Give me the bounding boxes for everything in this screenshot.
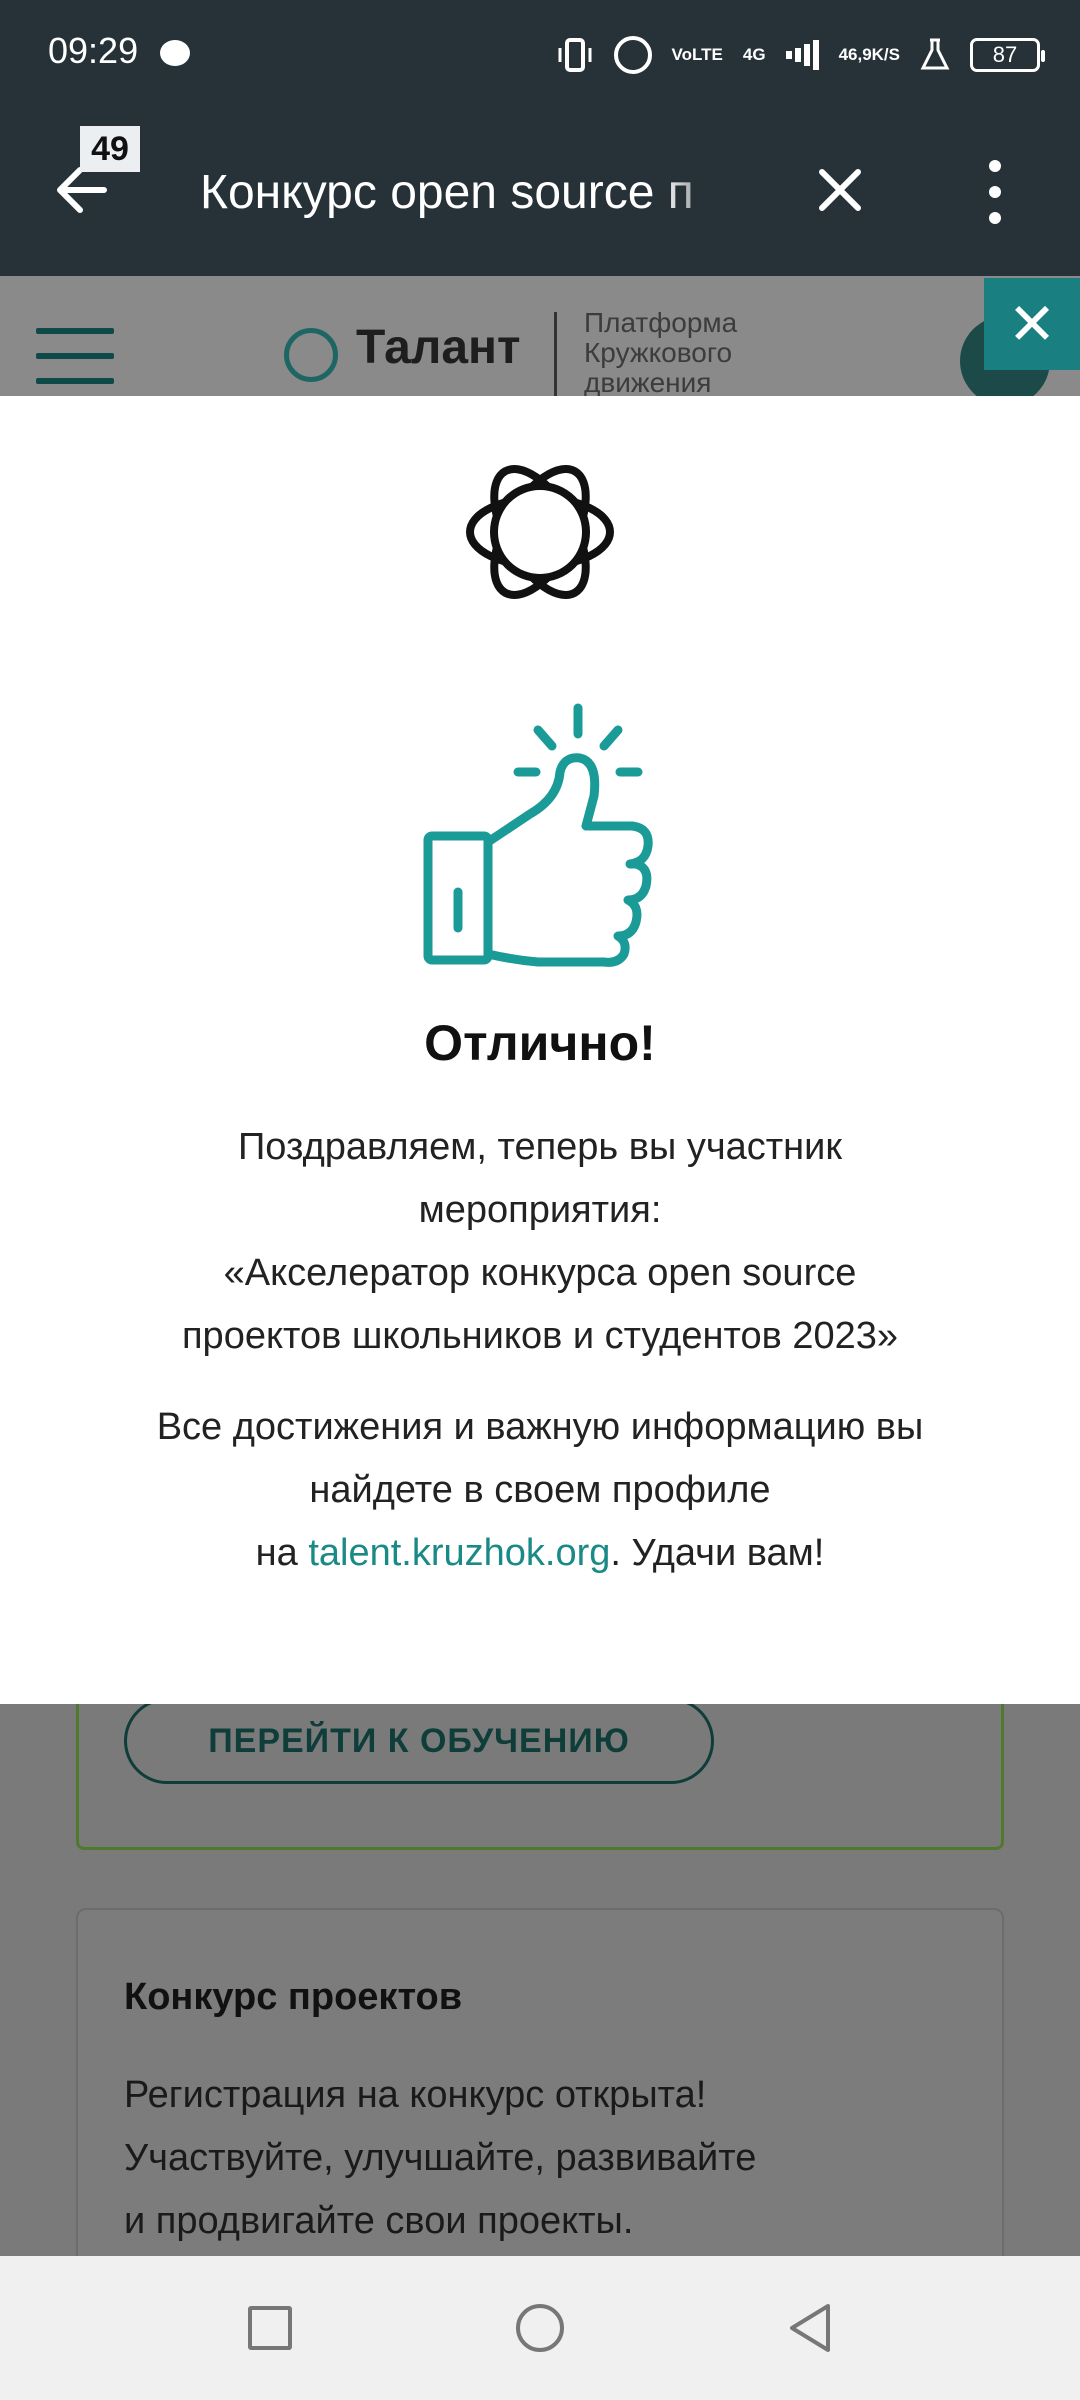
network-type: 4G bbox=[742, 45, 766, 64]
hamburger-menu-icon[interactable] bbox=[36, 328, 114, 384]
go-to-learning-button[interactable]: ПЕРЕЙТИ К ОБУЧЕНИЮ bbox=[124, 1698, 714, 1784]
contest-card-title: Конкурс проектов bbox=[124, 1976, 463, 2018]
more-options-icon[interactable] bbox=[975, 160, 1015, 224]
status-bar: 09:29 Vo LTE 4G 46,9 K/S 87 bbox=[0, 0, 1080, 108]
network-speed: 46,9 K/S bbox=[839, 46, 900, 64]
contest-text-line: Участвуйте, улучшайте, развивайте bbox=[124, 2137, 757, 2179]
contest-card-text: Регистрация на конкурс открыта! Участвуй… bbox=[124, 2064, 984, 2253]
home-icon[interactable] bbox=[516, 2304, 564, 2352]
subtitle-line: Кружкового bbox=[584, 337, 733, 368]
info-line-link: на talent.kruzhok.org. Удачи вам! bbox=[60, 1522, 1020, 1585]
url-text: Конкурс open source п bbox=[200, 166, 694, 219]
modal-message: Поздравляем, теперь вы участник мероприя… bbox=[60, 1116, 1020, 1368]
recent-apps-icon[interactable] bbox=[248, 2306, 292, 2350]
speed-unit: K/S bbox=[871, 45, 900, 64]
message-line: Поздравляем, теперь вы участник bbox=[237, 1126, 843, 1168]
contest-text-line: и продвигайте свои проекты. bbox=[124, 2200, 634, 2242]
modal-title: Отлично! bbox=[424, 1015, 656, 1071]
subtitle-line: движения bbox=[584, 367, 712, 398]
info-prefix: на bbox=[255, 1532, 309, 1574]
speed-value: 46,9 bbox=[838, 45, 872, 64]
volte-indicator: Vo LTE bbox=[672, 46, 723, 64]
volte-top: Vo bbox=[671, 45, 693, 64]
battery-indicator: 87 bbox=[970, 38, 1045, 72]
status-icons: Vo LTE 4G 46,9 K/S 87 bbox=[556, 30, 1045, 80]
url-fade bbox=[660, 158, 740, 228]
thumbs-up-icon bbox=[418, 702, 662, 970]
profile-link[interactable]: talent.kruzhok.org bbox=[308, 1532, 610, 1574]
info-line: найдете в своем профиле bbox=[309, 1469, 771, 1511]
close-modal-button[interactable]: ✕ bbox=[984, 278, 1080, 370]
site-logo-icon bbox=[284, 328, 338, 382]
site-subtitle: Платформа Кружкового движения bbox=[584, 308, 804, 398]
info-suffix: . Удачи вам! bbox=[610, 1532, 825, 1574]
volte-bottom: LTE bbox=[692, 45, 723, 64]
subtitle-line: Платформа bbox=[584, 307, 738, 338]
flask-icon bbox=[920, 38, 950, 72]
signal-icon bbox=[785, 39, 819, 71]
url-bar[interactable]: Конкурс open source п bbox=[200, 158, 740, 228]
message-line: проектов школьников и студентов 2023» bbox=[181, 1315, 898, 1357]
info-line: Все достижения и важную информацию вы bbox=[156, 1406, 924, 1448]
talent-logo-icon bbox=[456, 448, 624, 616]
site-header: Талант Платформа Кружкового движения bbox=[0, 276, 1080, 406]
modal-info: Все достижения и важную информацию вы на… bbox=[60, 1396, 1020, 1585]
message-notification-icon bbox=[160, 40, 190, 66]
tab-count-badge[interactable]: 49 bbox=[80, 126, 140, 172]
message-line: мероприятия: bbox=[418, 1189, 662, 1231]
success-modal: Отлично! Поздравляем, теперь вы участник… bbox=[0, 396, 1080, 1704]
alarm-icon bbox=[613, 36, 652, 74]
close-icon[interactable] bbox=[810, 160, 870, 220]
nav-back-icon[interactable] bbox=[784, 2300, 834, 2356]
status-time: 09:29 bbox=[48, 30, 139, 71]
site-brand: Талант bbox=[356, 321, 521, 374]
vibrate-icon bbox=[556, 36, 594, 74]
contest-text-line: Регистрация на конкурс открыта! bbox=[124, 2074, 707, 2116]
message-line: «Акселератор конкурса open source bbox=[223, 1252, 857, 1294]
header-divider bbox=[554, 312, 557, 402]
